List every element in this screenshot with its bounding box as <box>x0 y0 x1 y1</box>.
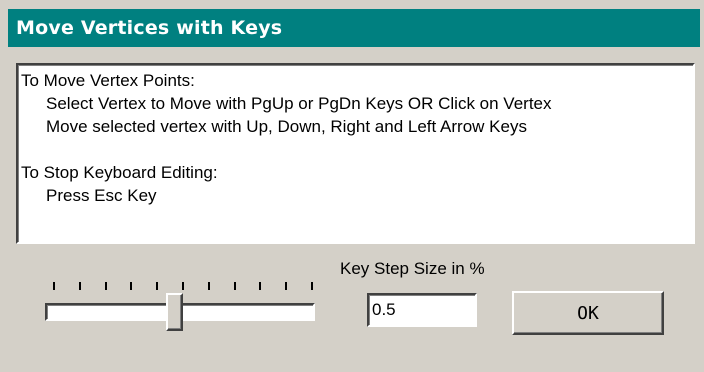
slider-tick <box>53 282 55 290</box>
slider-tick <box>233 282 236 290</box>
step-size-input[interactable] <box>367 293 477 327</box>
slider-tick <box>182 282 184 290</box>
stop-heading: To Stop Keyboard Editing: <box>21 163 218 182</box>
move-heading: To Move Vertex Points: <box>21 71 195 90</box>
slider-tick <box>78 282 81 290</box>
slider-tick <box>259 282 262 290</box>
dialog-title: Move Vertices with Keys <box>8 9 700 47</box>
move-vertices-dialog: Move Vertices with Keys To Move Vertex P… <box>0 0 704 372</box>
slider-tick <box>207 282 210 290</box>
slider-thumb[interactable] <box>166 293 184 331</box>
slider-tick <box>130 282 133 290</box>
slider-tick <box>311 282 313 290</box>
slider-ticks <box>45 282 315 292</box>
step-slider[interactable] <box>45 268 325 348</box>
instructions-box: To Move Vertex Points: Select Vertex to … <box>16 63 695 244</box>
slider-tick <box>104 282 107 290</box>
ok-button[interactable]: OK <box>512 291 664 335</box>
slider-tick <box>285 282 288 290</box>
step-size-label: Key Step Size in % <box>340 259 485 278</box>
stop-instruction-1: Press Esc Key <box>46 186 157 205</box>
move-instruction-1: Select Vertex to Move with PgUp or PgDn … <box>46 94 552 113</box>
slider-tick <box>156 282 159 290</box>
move-instruction-2: Move selected vertex with Up, Down, Righ… <box>46 117 527 136</box>
